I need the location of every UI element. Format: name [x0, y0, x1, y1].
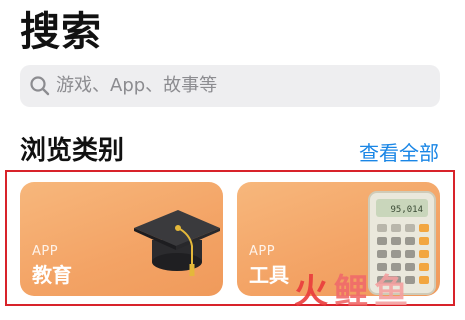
calculator-display: 95,014 — [390, 205, 423, 215]
category-kicker: APP — [249, 244, 276, 259]
search-input[interactable]: 游戏、App、故事等 — [56, 74, 217, 98]
graduation-cap-icon — [134, 210, 220, 276]
search-icon — [30, 76, 50, 96]
category-card-education[interactable]: APP 教育 — [20, 182, 223, 296]
search-bar[interactable]: 游戏、App、故事等 — [20, 65, 440, 107]
section-title: 浏览类别 — [20, 136, 125, 166]
page-title: 搜索 — [20, 9, 102, 55]
category-kicker: APP — [32, 244, 59, 259]
category-label: 教育 — [32, 263, 72, 287]
category-label: 工具 — [249, 263, 289, 287]
see-all-link[interactable]: 查看全部 — [359, 140, 439, 166]
watermark-logo: 火鲤鱼 — [294, 272, 414, 312]
